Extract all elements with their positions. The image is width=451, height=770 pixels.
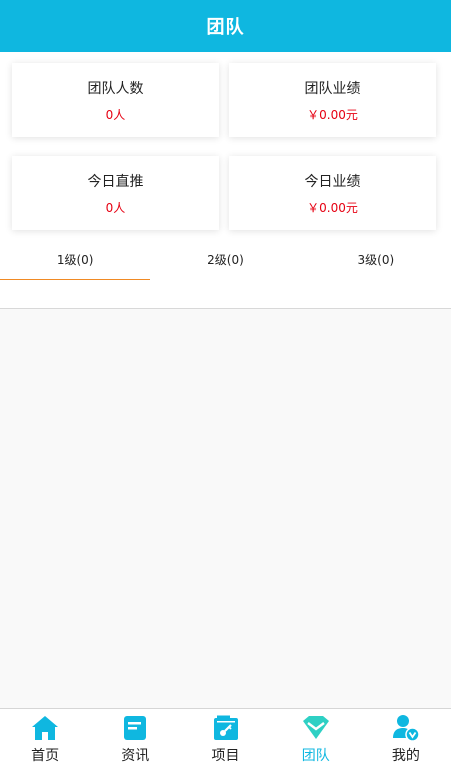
profile-icon (391, 713, 421, 743)
stat-value: 0人 (105, 107, 126, 122)
nav-label: 资讯 (121, 748, 150, 764)
team-icon (301, 713, 331, 743)
tab-level-3[interactable]: 3级(0) (301, 242, 451, 280)
stat-value: 0人 (105, 200, 126, 215)
project-icon (211, 713, 241, 743)
nav-item-project[interactable]: 项目 (180, 709, 270, 770)
stat-card-today-performance: 今日业绩 ￥0.00元 (229, 156, 436, 230)
nav-label: 我的 (391, 748, 420, 764)
app: 团队 团队人数 0人 团队业绩 ￥0.00元 今日直推 0人 今日业绩 ￥0.0… (0, 0, 451, 770)
stat-label: 团队人数 (87, 80, 144, 97)
stat-label: 今日业绩 (304, 173, 361, 190)
stat-value: ￥0.00元 (307, 107, 358, 122)
nav-label: 团队 (301, 748, 330, 764)
nav-label: 项目 (211, 748, 240, 764)
level-tabs: 1级(0) 2级(0) 3级(0) (0, 242, 451, 280)
news-icon (120, 713, 150, 743)
nav-label: 首页 (31, 748, 60, 764)
stat-card-team-count: 团队人数 0人 (12, 63, 219, 137)
member-list-area (0, 308, 451, 708)
stat-label: 团队业绩 (304, 80, 361, 97)
tab-level-2[interactable]: 2级(0) (150, 242, 300, 280)
stat-label: 今日直推 (87, 173, 144, 190)
tab-level-1[interactable]: 1级(0) (0, 242, 151, 280)
stat-value: ￥0.00元 (307, 200, 358, 215)
home-icon (30, 713, 60, 743)
nav-item-news[interactable]: 资讯 (90, 709, 180, 770)
bottom-tab-bar: 首页 资讯 项目 团队 我的 (0, 708, 451, 770)
stat-card-today-direct: 今日直推 0人 (12, 156, 219, 230)
nav-item-team[interactable]: 团队 (271, 709, 361, 770)
stat-card-team-performance: 团队业绩 ￥0.00元 (229, 63, 436, 137)
header: 团队 (0, 0, 451, 52)
nav-item-profile[interactable]: 我的 (361, 709, 451, 770)
page-title: 团队 (206, 17, 245, 38)
nav-item-home[interactable]: 首页 (0, 709, 90, 770)
